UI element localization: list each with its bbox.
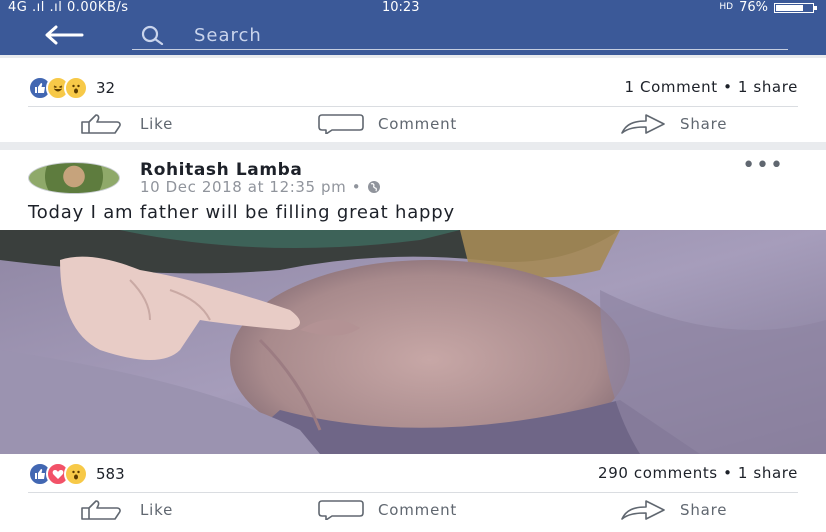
reaction-summary[interactable]: 583 bbox=[28, 462, 125, 486]
share-label: Share bbox=[680, 115, 728, 133]
comment-label: Comment bbox=[378, 501, 458, 519]
search-icon bbox=[141, 25, 164, 45]
like-button[interactable]: Like bbox=[80, 500, 173, 520]
share-label: Share bbox=[680, 501, 728, 519]
author-name[interactable]: Rohitash Lamba bbox=[140, 160, 303, 180]
divider bbox=[28, 106, 798, 107]
top-navbar: Search bbox=[0, 15, 826, 55]
divider bbox=[28, 492, 798, 493]
post-card: Rohitash Lamba 10 Dec 2018 at 12:35 pm •… bbox=[0, 150, 826, 532]
share-icon bbox=[621, 500, 665, 520]
reaction-count: 32 bbox=[96, 79, 116, 97]
timestamp-text: 10 Dec 2018 at 12:35 pm • bbox=[140, 178, 362, 196]
post-card-previous: 32 1 Comment • 1 share Like Comment Shar… bbox=[0, 58, 826, 142]
like-label: Like bbox=[140, 115, 174, 133]
network-speed: 0.00KB/s bbox=[66, 0, 129, 15]
post-timestamp[interactable]: 10 Dec 2018 at 12:35 pm • bbox=[140, 178, 381, 196]
post-stats[interactable]: 290 comments • 1 share bbox=[598, 464, 798, 482]
comment-label: Comment bbox=[378, 115, 458, 133]
comment-button[interactable]: Comment bbox=[318, 500, 457, 520]
like-label: Like bbox=[140, 501, 174, 519]
wow-icon bbox=[64, 462, 88, 486]
comment-icon bbox=[318, 114, 364, 134]
like-button[interactable]: Like bbox=[80, 114, 173, 134]
share-icon bbox=[621, 114, 665, 134]
search-input[interactable]: Search bbox=[132, 19, 788, 50]
wow-icon bbox=[64, 76, 88, 100]
thumbs-up-icon bbox=[81, 500, 121, 520]
share-button[interactable]: Share bbox=[620, 500, 727, 520]
back-arrow-icon[interactable] bbox=[42, 25, 84, 45]
post-photo[interactable] bbox=[0, 230, 826, 454]
search-placeholder: Search bbox=[194, 25, 262, 46]
more-options-icon[interactable]: ••• bbox=[742, 155, 784, 177]
globe-icon bbox=[368, 181, 381, 193]
comment-icon bbox=[318, 500, 364, 520]
post-stats[interactable]: 1 Comment • 1 share bbox=[625, 78, 798, 96]
hd-indicator: HD bbox=[719, 2, 734, 12]
avatar[interactable] bbox=[28, 162, 120, 194]
clock: 10:23 bbox=[382, 0, 420, 15]
reaction-count: 583 bbox=[96, 465, 125, 483]
status-bar: 4G .ıl .ıl 0.00KB/s 10:23 HD 76% bbox=[0, 0, 826, 15]
signal-indicator: 4G .ıl .ıl bbox=[8, 0, 63, 15]
reaction-summary[interactable]: 32 bbox=[28, 76, 115, 100]
share-button[interactable]: Share bbox=[620, 114, 727, 134]
battery-percent: 76% bbox=[739, 0, 768, 15]
comment-button[interactable]: Comment bbox=[318, 114, 457, 134]
post-text: Today I am father will be filling great … bbox=[28, 202, 455, 223]
battery-icon bbox=[774, 2, 817, 13]
thumbs-up-icon bbox=[81, 114, 121, 134]
